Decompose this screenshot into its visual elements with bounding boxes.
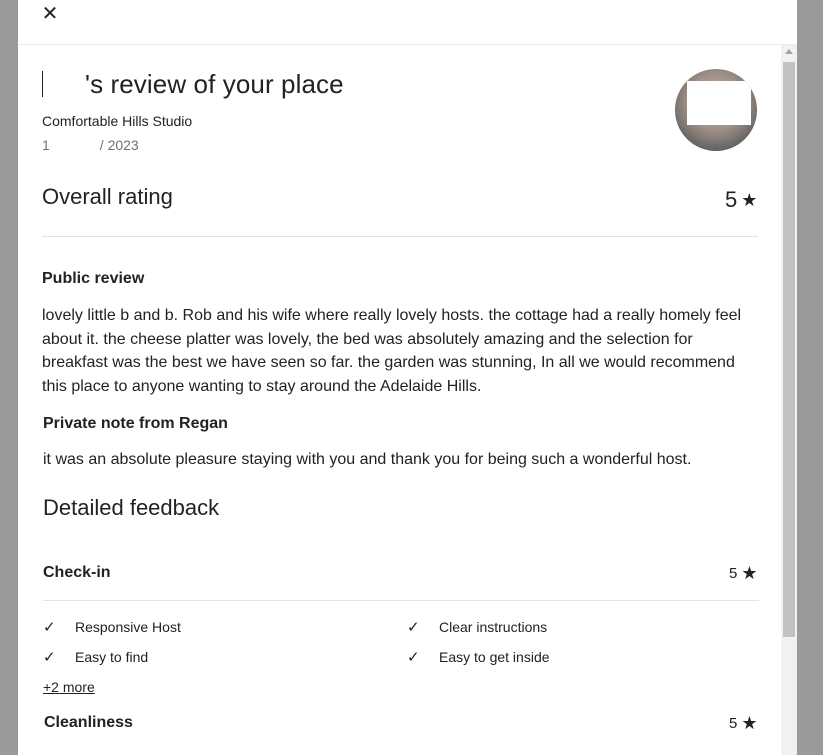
modal-content: 's review of your place Comfortable Hill… [18,45,781,755]
overall-rating-number: 5 [725,187,738,212]
feedback-tag-label: Easy to find [75,649,149,665]
category-checkin-number: 5 [729,564,738,582]
scrollbar-thumb[interactable] [783,62,795,637]
redacted-name [42,71,83,97]
review-date: 1 / 2023 [42,137,139,153]
feedback-tag: ✓ Clear instructions [407,618,547,636]
category-checkin-label: Check-in [43,564,111,581]
modal-header: ✕ [18,0,797,45]
public-review-text: lovely little b and b. Rob and his wife … [42,307,742,395]
close-icon[interactable]: ✕ [40,4,60,24]
divider [42,236,758,237]
feedback-tag-label: Responsive Host [75,619,181,635]
check-icon: ✓ [407,619,420,636]
divider [43,600,759,601]
scrollbar[interactable] [781,45,797,755]
feedback-tag-label: Clear instructions [439,619,548,635]
listing-name: Comfortable Hills Studio [42,113,193,129]
feedback-tag: ✓ Easy to get inside [407,648,550,666]
check-icon: ✓ [407,649,420,666]
star-icon: ★ [741,563,758,583]
category-cleanliness-number: 5 [729,714,738,732]
detailed-feedback-heading: Detailed feedback [43,495,220,520]
avatar-redaction [687,81,751,125]
check-icon: ✓ [43,649,56,666]
category-cleanliness-value: 5 ★ [729,714,757,732]
review-date-suffix: / 2023 [99,137,139,153]
private-note-heading: Private note from Regan [43,415,228,432]
category-checkin-value: 5 ★ [729,564,757,582]
overall-rating-value: 5 ★ [725,187,757,213]
public-review-heading: Public review [42,270,145,287]
category-cleanliness-label: Cleanliness [44,714,133,731]
star-icon: ★ [741,190,758,210]
page-title-text: 's review of your place [85,69,344,99]
feedback-tag: ✓ Responsive Host [43,618,181,636]
overall-rating-label: Overall rating [42,184,173,209]
review-date-prefix: 1 [42,137,50,153]
scroll-up-arrow-icon[interactable] [785,49,793,54]
feedback-tag: ✓ Easy to find [43,648,148,666]
show-more-link[interactable]: +2 more [43,679,95,695]
check-icon: ✓ [43,619,56,636]
private-note-text: it was an absolute pleasure staying with… [43,451,692,468]
star-icon: ★ [741,713,758,733]
feedback-tag-label: Easy to get inside [439,649,550,665]
review-modal: ✕ 's review of your place Comfortable Hi… [18,0,797,755]
page-title: 's review of your place [42,69,344,100]
avatar[interactable] [675,69,757,151]
